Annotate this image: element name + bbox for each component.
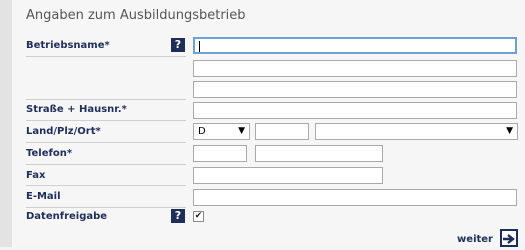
chevron-down-icon: ▼: [506, 126, 513, 136]
betriebsname-input-2[interactable]: [193, 60, 517, 77]
plz-input[interactable]: [255, 123, 309, 140]
row-separator: [26, 164, 186, 165]
section-title: Angaben zum Ausbildungsbetrieb: [26, 8, 246, 23]
land-select[interactable]: D ▼: [193, 123, 250, 140]
row-separator: [26, 207, 186, 208]
row-separator: [26, 185, 186, 186]
row-separator: [26, 99, 186, 100]
label-strasse: Straße + Hausnr.*: [26, 104, 127, 115]
label-email: E-Mail: [26, 191, 61, 202]
telefon-nummer-input[interactable]: [255, 145, 383, 162]
text-caret: [199, 41, 200, 52]
datenfreigabe-checkbox[interactable]: ✔: [193, 211, 204, 222]
label-betriebsname: Betriebsname*: [26, 40, 110, 51]
fax-input[interactable]: [193, 167, 383, 184]
email-input[interactable]: [193, 189, 517, 206]
label-datenfreigabe: Datenfreigabe: [26, 211, 108, 222]
help-icon-betriebsname[interactable]: ?: [171, 38, 185, 52]
chevron-down-icon: ▼: [238, 126, 245, 136]
ort-select[interactable]: ▼: [315, 123, 518, 140]
betriebsname-input-3[interactable]: [193, 81, 517, 98]
label-fax: Fax: [26, 170, 46, 181]
label-telefon: Telefon*: [26, 148, 73, 159]
strasse-input[interactable]: [193, 102, 517, 119]
arrow-right-icon: [503, 234, 515, 244]
row-separator: [26, 56, 186, 57]
row-separator: [26, 120, 186, 121]
betriebsname-input-1[interactable]: [193, 37, 517, 54]
checkmark-icon: ✔: [194, 211, 203, 221]
telefon-vorwahl-input[interactable]: [193, 145, 247, 162]
left-strip: [0, 0, 12, 247]
label-land-plz-ort: Land/Plz/Ort*: [26, 126, 101, 137]
row-separator: [26, 142, 186, 143]
next-arrow-button[interactable]: [500, 229, 518, 247]
help-icon-datenfreigabe[interactable]: ?: [171, 209, 185, 223]
next-label[interactable]: weiter: [457, 234, 493, 245]
